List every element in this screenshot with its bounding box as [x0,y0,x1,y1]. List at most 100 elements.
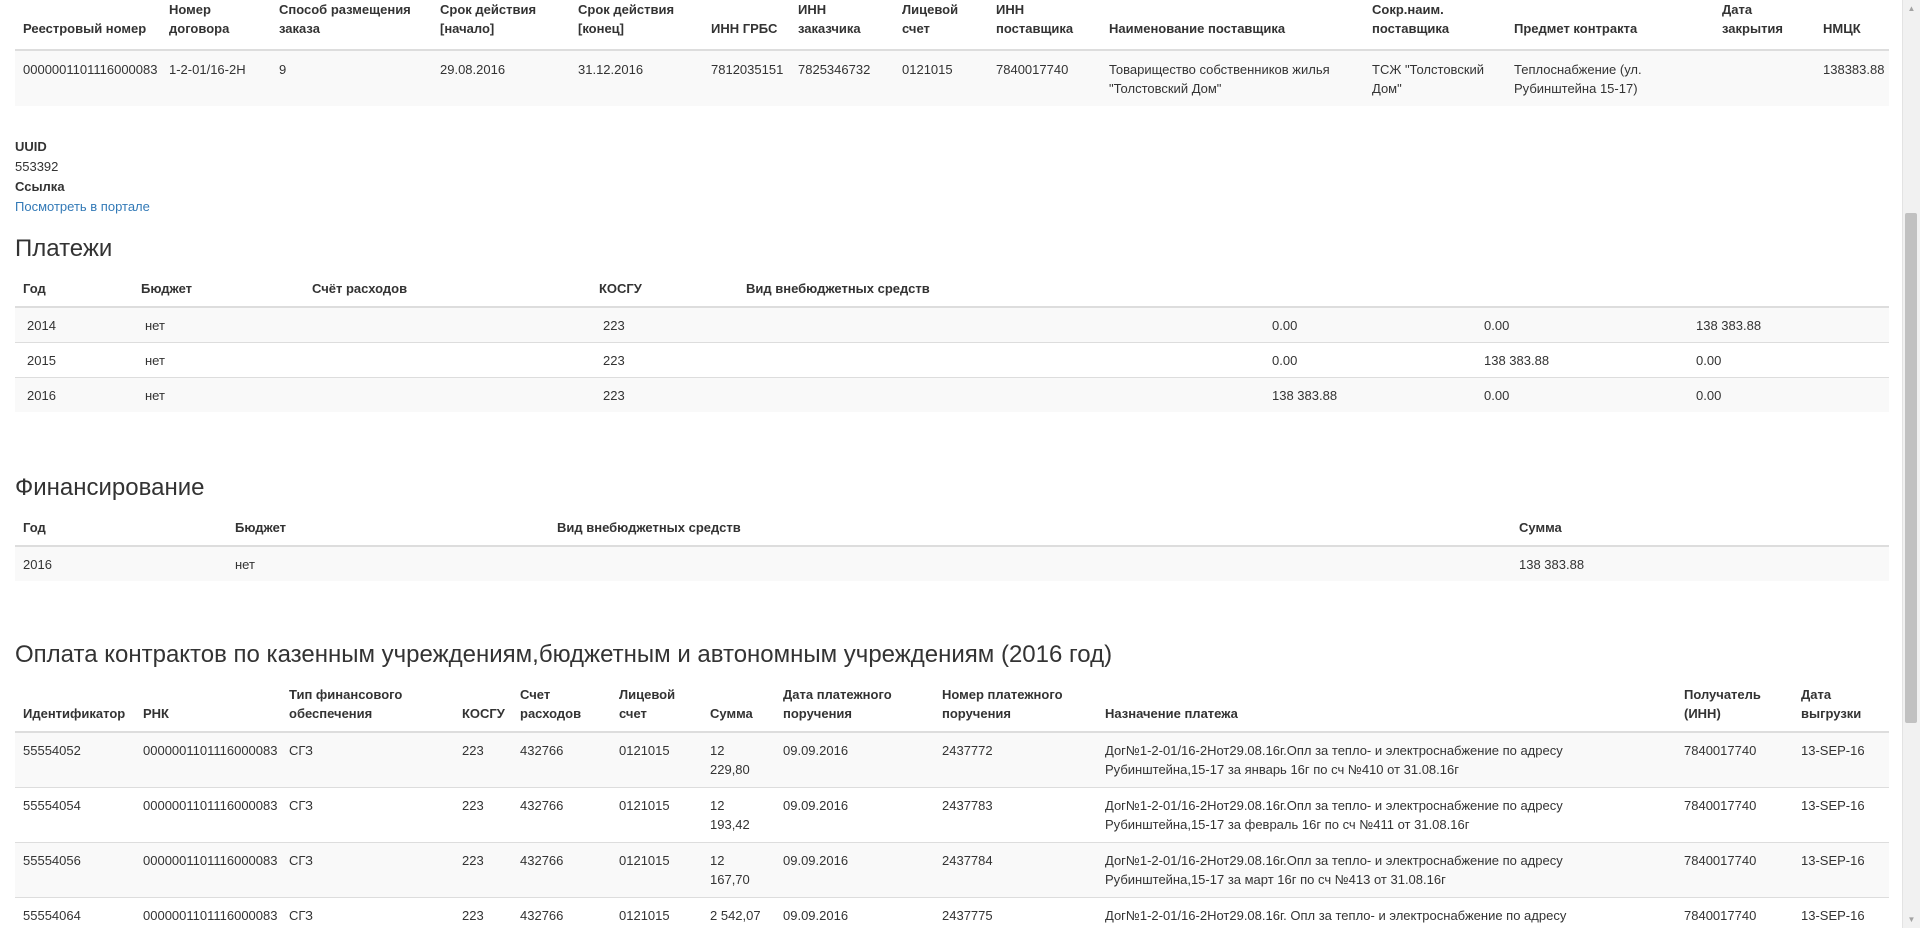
col-expense-account: Счёт расходов [304,274,591,307]
cell-nmck: 138383.88 [1815,50,1889,106]
payorders-table: Идентификатор РНК Тип финансового обеспе… [15,681,1889,952]
cell-kosgu: 223 [454,788,512,843]
cell-recipient-inn: 7840017740 [1676,788,1793,843]
table-row: 2016 нет 223 138 383.88 0.00 0.00 [15,378,1889,413]
cell-account: 0121015 [611,898,702,952]
col-contract-number: Номер договора [161,0,271,50]
cell-sum: 12 193,42 [702,788,775,843]
cell-account: 0121015 [611,788,702,843]
payments-title: Платежи [15,236,112,262]
cell-contract-number: 1-2-01/16-2Н [161,50,271,106]
cell-recipient-inn: 7840017740 [1676,732,1793,788]
cell-sum: 12 229,80 [702,732,775,788]
cell-order-method: 9 [271,50,432,106]
cell-finance-type: СГЗ [281,788,454,843]
col-nmck: НМЦК [1815,0,1889,50]
cell-rnk: 0000001101116000083 [135,732,281,788]
cell-year: 2014 [15,307,133,343]
cell-inn-customer: 7825346732 [790,50,894,106]
cell-expense-account: 432766 [512,843,611,898]
financing-title: Финансирование [15,475,204,501]
col-payment-purpose: Назначение платежа [1097,681,1676,732]
col-identifier: Идентификатор [15,681,135,732]
cell-amount-2: 138 383.88 [1472,343,1684,378]
col-order-method: Способ размещения заказа [271,0,432,50]
col-year: Год [15,513,227,546]
table-row: 55554054 0000001101116000083 СГЗ 223 432… [15,788,1889,843]
cell-year: 2016 [15,378,133,413]
col-expense-account: Счет расходов [512,681,611,732]
payments-header-row: Год Бюджет Счёт расходов КОСГУ Вид внебю… [15,274,1889,307]
cell-kosgu: 223 [454,732,512,788]
cell-sum: 138 383.88 [1511,546,1889,581]
cell-rnk: 0000001101116000083 [135,788,281,843]
col-supplier-short: Сокр.наим. поставщика [1364,0,1506,50]
table-row: 2015 нет 223 0.00 138 383.88 0.00 [15,343,1889,378]
financing-table: Год Бюджет Вид внебюджетных средств Сумм… [15,513,1889,581]
cell-budget: нет [227,546,549,581]
cell-recipient-inn: 7840017740 [1676,898,1793,952]
table-row: 55554064 0000001101116000083 СГЗ 223 432… [15,898,1889,952]
cell-inn-supplier: 7840017740 [988,50,1101,106]
cell-payment-purpose: Дог№1-2-01/16-2Нот29.08.16г.Опл за тепло… [1097,843,1676,898]
col-finance-type: Тип финансового обеспечения [281,681,454,732]
cell-recipient-inn: 7840017740 [1676,843,1793,898]
col-end-date: Срок действия [конец] [570,0,703,50]
col-kosgu: КОСГУ [454,681,512,732]
col-recipient-inn: Получатель (ИНН) [1676,681,1793,732]
uuid-label: UUID [15,137,150,157]
contract-table: Реестровый номер Номер договора Способ р… [15,0,1889,106]
cell-rnk: 0000001101116000083 [135,898,281,952]
cell-finance-type: СГЗ [281,732,454,788]
col-payment-number: Номер платежного поручения [934,681,1097,732]
col-sum: Сумма [1511,513,1889,546]
cell-kosgu: 223 [591,343,738,378]
cell-rnk: 0000001101116000083 [135,843,281,898]
col-amount-3 [1684,274,1889,307]
col-amount-2 [1472,274,1684,307]
cell-end-date: 31.12.2016 [570,50,703,106]
col-sum: Сумма [702,681,775,732]
col-start-date: Срок действия [начало] [432,0,570,50]
uuid-value: 553392 [15,157,150,177]
cell-payment-purpose: Дог№1-2-01/16-2Нот29.08.16г.Опл за тепло… [1097,788,1676,843]
cell-inn-grbs: 7812035151 [703,50,790,106]
cell-upload-date: 13-SEP-16 [1793,732,1889,788]
cell-account: 0121015 [611,843,702,898]
scroll-up-arrow-icon[interactable]: ▲ [1903,0,1920,17]
cell-payment-date: 09.09.2016 [775,843,934,898]
cell-expense-account: 432766 [512,732,611,788]
col-year: Год [15,274,133,307]
cell-upload-date: 13-SEP-16 [1793,843,1889,898]
vertical-scrollbar[interactable]: ▲ ▼ [1902,0,1920,928]
cell-amount-3: 0.00 [1684,343,1889,378]
cell-kosgu: 223 [454,843,512,898]
cell-expense-account: 432766 [512,898,611,952]
col-account: Лицевой счет [894,0,988,50]
scroll-down-arrow-icon[interactable]: ▼ [1903,911,1920,928]
cell-expense-account [304,378,591,413]
portal-link[interactable]: Посмотреть в портале [15,199,150,214]
cell-amount-2: 0.00 [1472,378,1684,413]
cell-year: 2016 [15,546,227,581]
payorders-header-row: Идентификатор РНК Тип финансового обеспе… [15,681,1889,732]
cell-account: 0121015 [611,732,702,788]
cell-offbudget-type [738,307,1260,343]
cell-payment-number: 2437784 [934,843,1097,898]
col-account: Лицевой счет [611,681,702,732]
cell-amount-3: 0.00 [1684,378,1889,413]
scrollbar-thumb[interactable] [1905,213,1917,723]
cell-expense-account: 432766 [512,788,611,843]
cell-registry-number: 0000001101116000083 [15,50,161,106]
cell-payment-number: 2437772 [934,732,1097,788]
cell-amount-1: 0.00 [1260,343,1472,378]
table-row: 55554056 0000001101116000083 СГЗ 223 432… [15,843,1889,898]
col-inn-grbs: ИНН ГРБС [703,0,790,50]
cell-amount-2: 0.00 [1472,307,1684,343]
cell-payment-purpose: Дог№1-2-01/16-2Нот29.08.16г.Опл за тепло… [1097,732,1676,788]
cell-payment-number: 2437775 [934,898,1097,952]
cell-upload-date: 13-SEP-16 [1793,898,1889,952]
cell-upload-date: 13-SEP-16 [1793,788,1889,843]
cell-subject: Теплоснабжение (ул. Рубинштейна 15-17) [1506,50,1714,106]
cell-identifier: 55554056 [15,843,135,898]
